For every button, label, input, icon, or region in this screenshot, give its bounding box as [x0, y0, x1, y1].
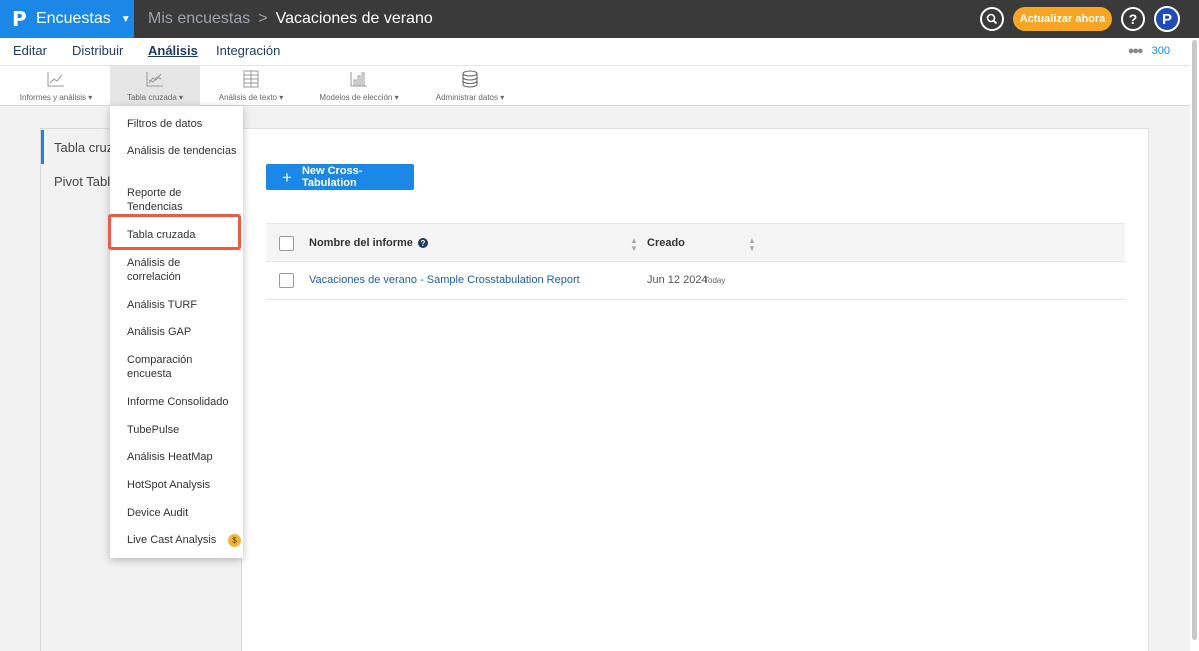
reports-table: Nombre del informe ? ▲ ▼ Creado ▲ ▼ Vacaci… [266, 223, 1125, 300]
product-switcher[interactable]: P Encuestas ▼ [0, 0, 134, 38]
top-bar: P Encuestas ▼ Mis encuestas > Vacaciones… [0, 0, 1199, 38]
users-icon: ●●● [1127, 45, 1144, 57]
menu-item-hotspot-analysis[interactable]: HotSpot Analysis [127, 478, 237, 492]
breadcrumb-my-surveys[interactable]: Mis encuestas [148, 10, 250, 28]
column-header-created[interactable]: Creado [647, 237, 685, 249]
menu-item-analisis-heatmap[interactable]: Análisis HeatMap [127, 450, 237, 464]
plus-icon: + [282, 167, 292, 187]
line-chart-icon [47, 72, 64, 87]
help-icon[interactable]: ? [1121, 7, 1145, 31]
menu-item-device-audit[interactable]: Device Audit [127, 506, 237, 520]
report-name-link[interactable]: Vacaciones de verano - Sample Crosstabul… [309, 274, 580, 286]
crosstab-chart-icon [146, 72, 163, 87]
created-relative: Today [704, 276, 726, 285]
tool-label: Informes y análisis [19, 93, 86, 102]
tab-editar[interactable]: Editar [13, 43, 47, 58]
menu-item-filtros-datos[interactable]: Filtros de datos [127, 117, 237, 131]
column-header-name[interactable]: Nombre del informe [309, 237, 413, 249]
search-icon [986, 13, 998, 25]
avatar[interactable]: P [1154, 6, 1180, 32]
tab-distribuir[interactable]: Distribuir [72, 43, 123, 58]
menu-item-analisis-gap[interactable]: Análisis GAP [127, 325, 237, 339]
upgrade-button[interactable]: Actualizar ahora [1013, 7, 1112, 31]
menu-item-analisis-tendencias[interactable]: Análisis de tendencias [127, 144, 237, 158]
product-name: Encuestas [36, 10, 111, 27]
menu-item-analisis-correlacion[interactable]: Análisis de correlación [127, 256, 237, 284]
menu-item-analisis-turf[interactable]: Análisis TURF [127, 298, 237, 312]
brand-logo: P [12, 7, 27, 31]
users-count-value: 300 [1151, 45, 1170, 57]
user-count[interactable]: ●●● 300 [1128, 45, 1170, 57]
new-crosstab-label: New Cross-Tabulation [301, 165, 363, 189]
sort-icon[interactable]: ▲ ▼ [630, 237, 638, 253]
tool-tabla-cruzada[interactable]: Tabla cruzada ▾ [110, 66, 200, 106]
menu-item-tubepulse[interactable]: TubePulse [127, 423, 237, 437]
chevron-down-icon: ▼ [120, 13, 131, 25]
menu-item-comparacion-encuesta[interactable]: Comparación encuesta [127, 353, 237, 381]
sort-icon[interactable]: ▲ ▼ [748, 237, 756, 253]
scrollbar-thumb[interactable] [1192, 40, 1197, 640]
tool-label: Análisis de texto [218, 93, 277, 102]
tool-administrar-datos[interactable]: Administrar datos ▾ [424, 66, 516, 106]
tool-label: Administrar datos [435, 93, 498, 102]
main-content [242, 128, 1149, 651]
breadcrumb: Mis encuestas > Vacaciones de verano [148, 0, 433, 38]
bar-chart-icon [350, 72, 367, 87]
database-icon [462, 70, 478, 88]
tool-informes[interactable]: Informes y análisis ▾ [8, 66, 104, 106]
highlight-box [108, 214, 241, 250]
menu-item-reporte-tendencias[interactable]: Reporte de Tendencias [127, 186, 237, 214]
menu-item-informe-consolidado[interactable]: Informe Consolidado [127, 395, 237, 409]
tool-analisis-texto[interactable]: Análisis de texto ▾ [208, 66, 294, 106]
premium-badge-icon: $ [228, 534, 241, 547]
new-crosstab-button[interactable]: + New Cross-Tabulation [266, 164, 414, 190]
menu-item-live-cast-analysis[interactable]: Live Cast Analysis [127, 533, 237, 547]
survey-title: Vacaciones de verano [275, 10, 433, 27]
tool-label: Modelos de elección [319, 93, 393, 102]
tab-analisis[interactable]: Análisis [148, 43, 198, 58]
tab-integracion[interactable]: Integración [216, 43, 280, 58]
table-header: Nombre del informe ? ▲ ▼ Creado ▲ ▼ [266, 223, 1125, 262]
help-icon[interactable]: ? [417, 238, 428, 248]
tool-label: Tabla cruzada [126, 93, 177, 102]
row-checkbox[interactable] [279, 273, 294, 288]
crosstab-dropdown-menu: Filtros de datos Análisis de tendencias … [110, 106, 243, 558]
breadcrumb-separator: > [258, 10, 268, 27]
section-tabs: Editar Distribuir Análisis Integración ●… [0, 38, 1190, 66]
search-button[interactable] [980, 7, 1004, 31]
created-date: Jun 12 2024 [647, 274, 708, 286]
select-all-checkbox[interactable] [279, 236, 294, 251]
analysis-toolbar: Informes y análisis ▾ Tabla cruzada ▾ An… [0, 66, 1190, 106]
text-grid-icon [243, 70, 259, 88]
table-row[interactable]: Vacaciones de verano - Sample Crosstabul… [266, 262, 1125, 300]
tool-modelos-eleccion[interactable]: Modelos de elección ▾ [308, 66, 410, 106]
